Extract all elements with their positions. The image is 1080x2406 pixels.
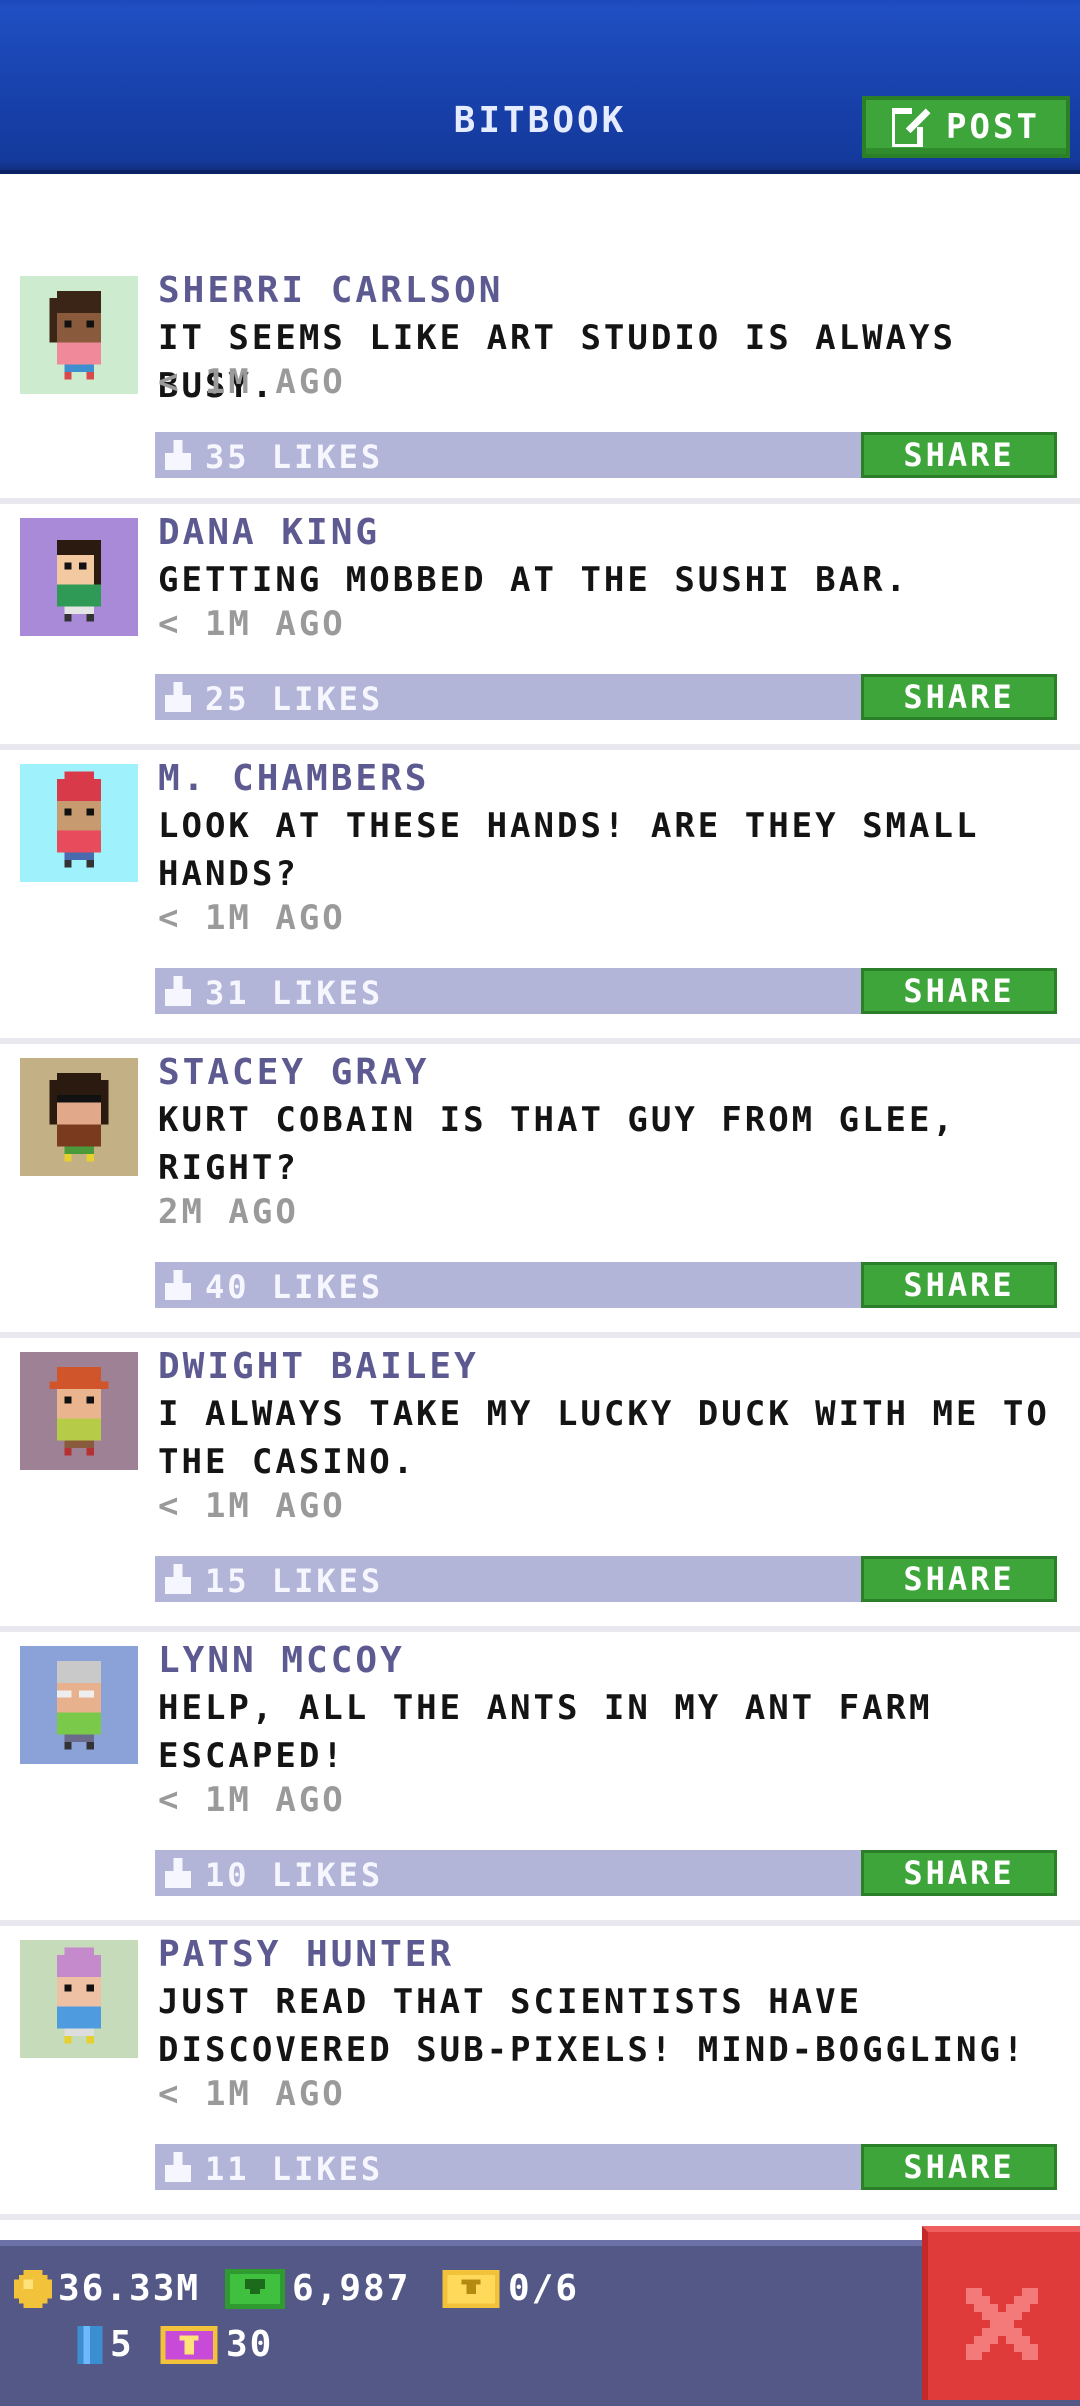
post-item: SHERRI CARLSON IT SEEMS LIKE ART STUDIO …: [0, 174, 1080, 504]
avatar: [20, 1058, 138, 1176]
bux-stat: 6,987: [224, 2268, 410, 2309]
vip-icon: [160, 2325, 218, 2364]
post-message: LOOK AT THESE HANDS! ARE THEY SMALL HAND…: [158, 806, 980, 894]
post-time: < 1M AGO: [158, 1486, 346, 1526]
likes-count: 31 LIKES: [205, 974, 384, 1012]
post-feed[interactable]: SHERRI CARLSON IT SEEMS LIKE ART STUDIO …: [0, 174, 1080, 2244]
post-item: M. CHAMBERS LOOK AT THESE HANDS! ARE THE…: [0, 750, 1080, 1044]
avatar: [20, 276, 138, 394]
thumbs-up-icon: [165, 976, 191, 1006]
likes-bar: 11 LIKES SHARE: [155, 2144, 1057, 2190]
bux-icon: [225, 2268, 285, 2309]
ticket-icon: [442, 2269, 500, 2308]
post-author[interactable]: LYNN MCCOY: [158, 1640, 405, 1681]
thumbs-up-icon: [165, 440, 191, 470]
likes-count: 11 LIKES: [205, 2150, 384, 2188]
vip-value: 30: [226, 2324, 274, 2365]
likes-bar: 25 LIKES SHARE: [155, 674, 1057, 720]
share-button[interactable]: SHARE: [861, 1556, 1057, 1602]
post-author[interactable]: SHERRI CARLSON: [158, 270, 503, 311]
post-author[interactable]: M. CHAMBERS: [158, 758, 429, 799]
post-time: < 1M AGO: [158, 604, 346, 644]
post-item: STACEY GRAY KURT COBAIN IS THAT GUY FROM…: [0, 1044, 1080, 1338]
post-time: < 1M AGO: [158, 1780, 346, 1820]
likes-count: 35 LIKES: [205, 438, 384, 476]
post-message: GETTING MOBBED AT THE SUSHI BAR.: [158, 560, 910, 600]
thumbs-up-icon: [165, 1858, 191, 1888]
tickets-value: 0/6: [508, 2268, 580, 2309]
likes-bar: 35 LIKES SHARE: [155, 432, 1057, 478]
likes-count: 10 LIKES: [205, 1856, 384, 1894]
share-button[interactable]: SHARE: [861, 1850, 1057, 1896]
post-item: DANA KING GETTING MOBBED AT THE SUSHI BA…: [0, 504, 1080, 750]
close-icon: [966, 2288, 1038, 2360]
post-button-label: POST: [946, 107, 1040, 147]
post-button[interactable]: POST: [862, 96, 1070, 158]
share-button[interactable]: SHARE: [861, 674, 1057, 720]
bux-value: 6,987: [292, 2268, 411, 2309]
share-button[interactable]: SHARE: [861, 432, 1057, 478]
post-message: HELP, ALL THE ANTS IN MY ANT FARM ESCAPE…: [158, 1688, 933, 1776]
post-time: < 1M AGO: [158, 362, 346, 402]
post-author[interactable]: STACEY GRAY: [158, 1052, 429, 1093]
thumbs-up-icon: [165, 1564, 191, 1594]
post-message: KURT COBAIN IS THAT GUY FROM GLEE, RIGHT…: [158, 1100, 956, 1188]
likes-count: 15 LIKES: [205, 1562, 384, 1600]
avatar: [20, 1646, 138, 1764]
elevator-icon: [77, 2325, 103, 2364]
post-author[interactable]: DWIGHT BAILEY: [158, 1346, 479, 1387]
likes-count: 40 LIKES: [205, 1268, 384, 1306]
thumbs-up-icon: [165, 1270, 191, 1300]
coin-icon: [14, 2269, 52, 2308]
thumbs-up-icon: [165, 682, 191, 712]
share-button[interactable]: SHARE: [861, 2144, 1057, 2190]
likes-count: 25 LIKES: [205, 680, 384, 718]
likes-bar: 40 LIKES SHARE: [155, 1262, 1057, 1308]
avatar: [20, 764, 138, 882]
post-item: DWIGHT BAILEY I ALWAYS TAKE MY LUCKY DUC…: [0, 1338, 1080, 1632]
post-time: < 1M AGO: [158, 898, 346, 938]
edit-icon: [892, 107, 933, 147]
app-header: BITBOOK POST: [0, 0, 1080, 174]
coins-stat: 36.33M: [14, 2268, 200, 2309]
tickets-stat: 0/6: [440, 2268, 579, 2309]
likes-bar: 15 LIKES SHARE: [155, 1556, 1057, 1602]
elevator-value: 5: [110, 2324, 134, 2365]
avatar: [20, 1940, 138, 2058]
coins-value: 36.33M: [58, 2268, 201, 2309]
status-bar: 36.33M 6,987 0/6 5 30: [0, 2240, 1080, 2406]
thumbs-up-icon: [165, 2152, 191, 2182]
vip-stat: 30: [158, 2324, 273, 2365]
likes-bar: 10 LIKES SHARE: [155, 1850, 1057, 1896]
post-item: PATSY HUNTER JUST READ THAT SCIENTISTS H…: [0, 1926, 1080, 2220]
post-item: LYNN MCCOY HELP, ALL THE ANTS IN MY ANT …: [0, 1632, 1080, 1926]
avatar: [20, 518, 138, 636]
post-author[interactable]: PATSY HUNTER: [158, 1934, 454, 1975]
post-author[interactable]: DANA KING: [158, 512, 380, 553]
post-message: JUST READ THAT SCIENTISTS HAVE DISCOVERE…: [158, 1982, 1027, 2070]
share-button[interactable]: SHARE: [861, 968, 1057, 1014]
post-message: I ALWAYS TAKE MY LUCKY DUCK WITH ME TO T…: [158, 1394, 1050, 1482]
avatar: [20, 1352, 138, 1470]
likes-bar: 31 LIKES SHARE: [155, 968, 1057, 1014]
share-button[interactable]: SHARE: [861, 1262, 1057, 1308]
post-time: 2M AGO: [158, 1192, 299, 1232]
close-button[interactable]: [922, 2226, 1080, 2400]
post-time: < 1M AGO: [158, 2074, 346, 2114]
elevator-stat: 5: [76, 2324, 134, 2365]
